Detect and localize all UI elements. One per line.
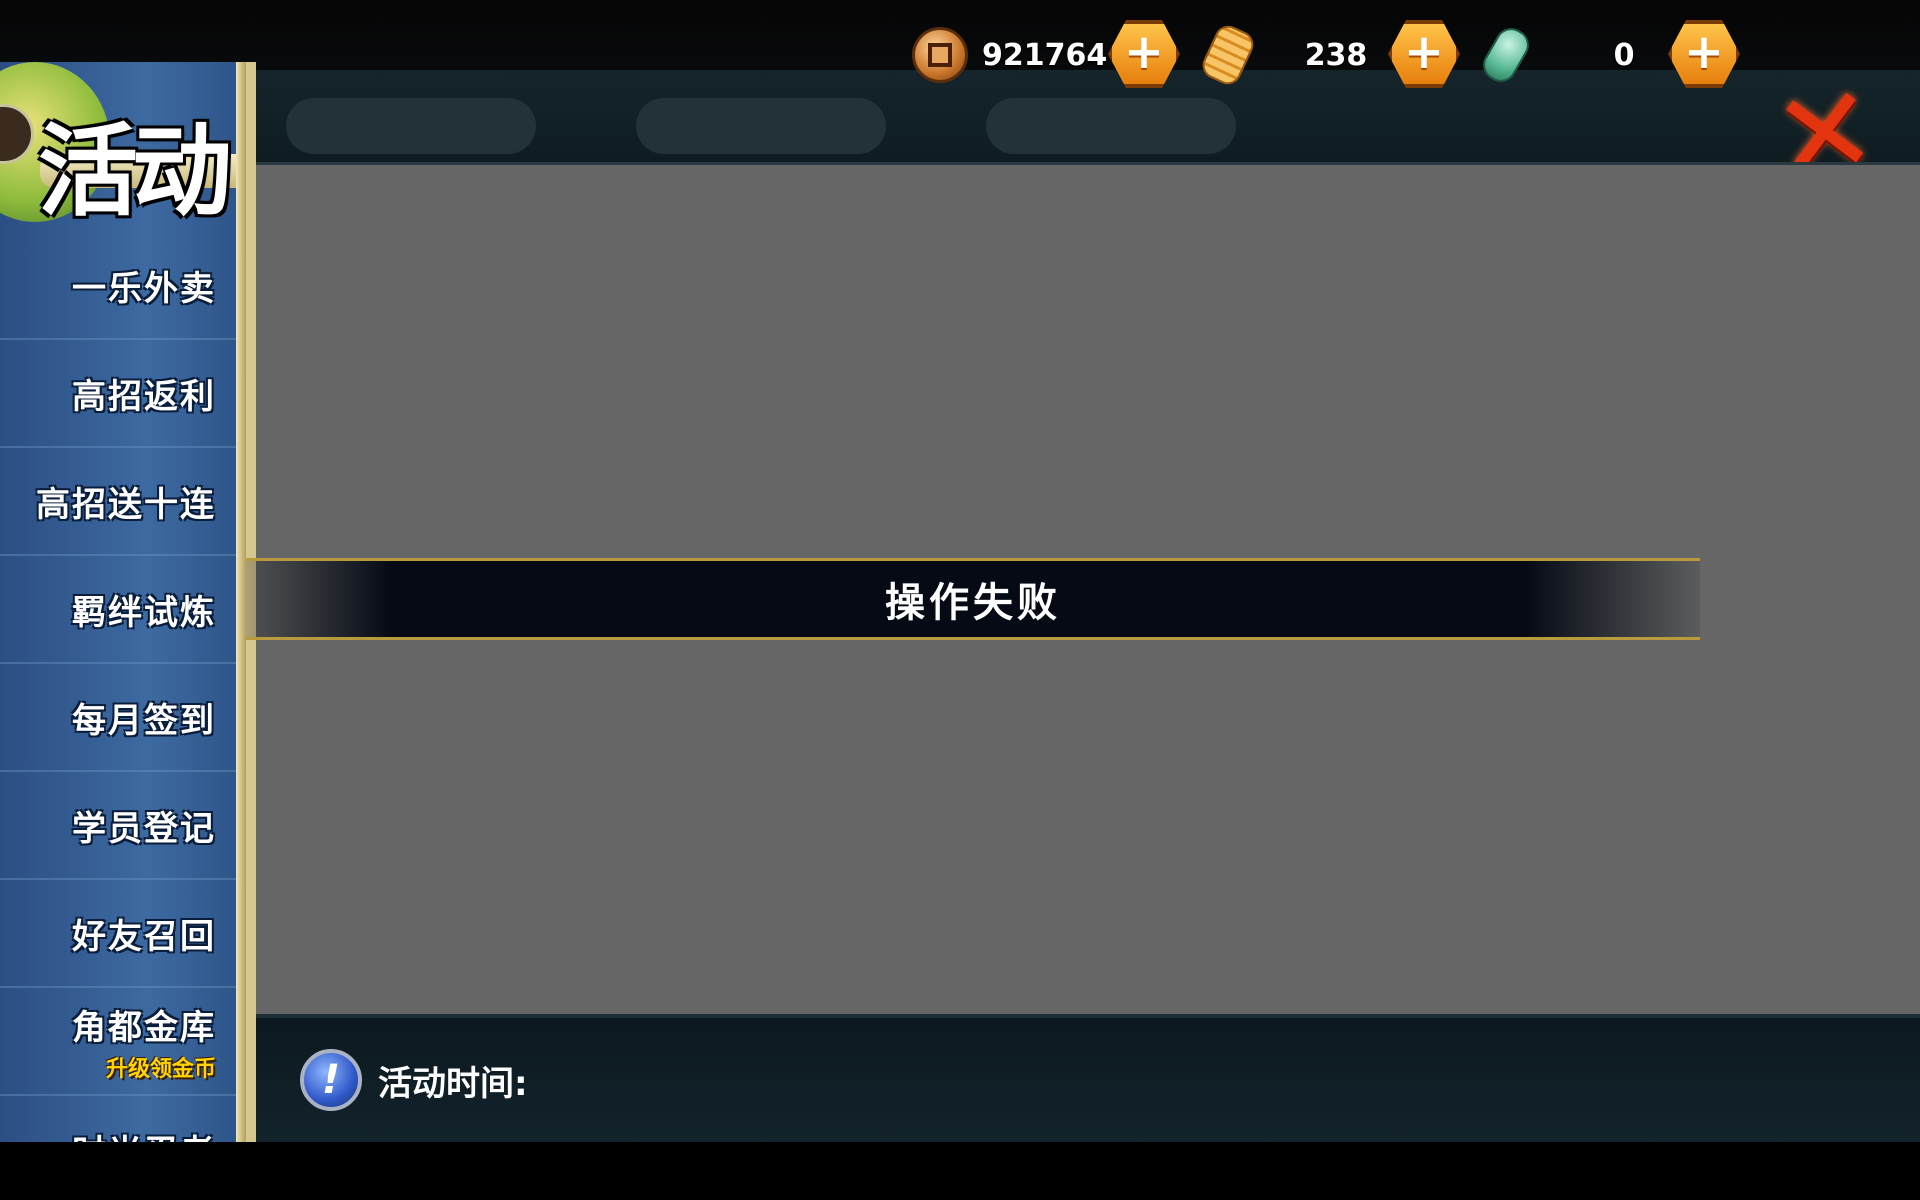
sidebar-item-label: 高招送十连 (36, 484, 216, 525)
tab-placeholder (986, 98, 1236, 154)
info-exclamation-icon: ! (300, 1049, 362, 1111)
coin-icon (912, 27, 968, 83)
sidebar-item-label: 时光忍者 (72, 1125, 216, 1143)
sidebar-item-label: 高招返利 (72, 376, 216, 417)
gold-ingot-icon (1198, 21, 1258, 89)
activity-info-bar: ! 活动时间: (256, 1014, 1920, 1142)
sidebar-item[interactable]: 好友召回 (0, 880, 246, 988)
activity-sidebar: 活动 一乐外卖 高招返利 高招送十连 羁绊试炼 每月签到 学员登记 好友召回 角… (0, 62, 256, 1142)
sidebar-item-label: 羁绊试炼 (72, 592, 216, 633)
toast-message: 操作失败 (885, 580, 1061, 626)
sidebar-item-label: 每月签到 (72, 700, 216, 741)
sidebar-item-label: 一乐外卖 (72, 268, 216, 309)
jade-icon (1477, 22, 1535, 88)
sidebar-title: 活动 (38, 112, 232, 230)
sidebar-item[interactable]: 羁绊试炼 (0, 556, 246, 664)
sidebar-item-label: 好友召回 (72, 916, 216, 957)
tab-placeholder (286, 98, 536, 154)
sidebar-item-sublabel: 升级领金币 (105, 1056, 216, 1082)
sidebar-item-label: 学员登记 (72, 808, 216, 849)
bottom-letterbox (0, 1142, 1920, 1200)
tab-placeholder (636, 98, 886, 154)
coin-value: 921764 (982, 37, 1108, 73)
sidebar-item[interactable]: 一乐外卖 (0, 232, 246, 340)
sidebar-item[interactable]: 高招送十连 (0, 448, 246, 556)
sidebar-item[interactable]: 时光忍者 (0, 1096, 246, 1143)
activity-time-label: 活动时间: (378, 1063, 528, 1104)
gold-resource: 238 (1198, 18, 1376, 92)
jade-value: 0 (1613, 37, 1635, 73)
coin-resource: 921764 (912, 18, 1108, 92)
jade-resource: 0 (1477, 18, 1654, 92)
sidebar-item[interactable]: 高招返利 (0, 340, 246, 448)
sidebar-item[interactable]: 学员登记 (0, 772, 246, 880)
gold-value: 238 (1304, 37, 1368, 73)
sidebar-header: 活动 (0, 62, 246, 232)
error-toast: 操作失败 (246, 558, 1700, 640)
sidebar-item[interactable]: 每月签到 (0, 664, 246, 772)
sidebar-item-label: 角都金库 (72, 1007, 216, 1048)
sidebar-item[interactable]: 角都金库 升级领金币 (0, 988, 246, 1096)
sidebar-list: 一乐外卖 高招返利 高招送十连 羁绊试炼 每月签到 学员登记 好友召回 角都金库… (0, 232, 246, 1142)
